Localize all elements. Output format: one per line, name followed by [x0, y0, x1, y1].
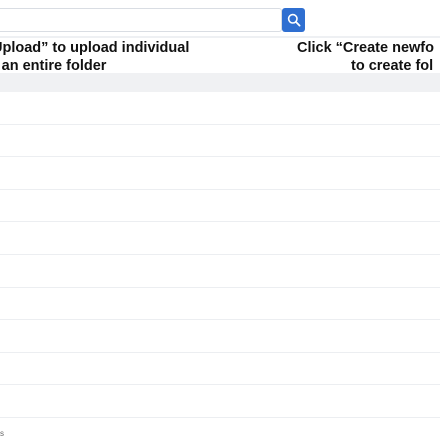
upload-instruction-line2: r an entire folder — [0, 58, 107, 74]
table-row[interactable] — [0, 418, 440, 440]
footer-text: s — [0, 429, 4, 438]
table-row[interactable] — [0, 190, 440, 223]
table-row[interactable] — [0, 157, 440, 190]
table-row[interactable] — [0, 320, 440, 353]
table-row[interactable] — [0, 92, 440, 125]
table-row[interactable] — [0, 255, 440, 288]
table-row[interactable] — [0, 222, 440, 255]
toolbar-divider — [0, 36, 440, 38]
upload-instruction-line1: Upload” to upload individual — [0, 40, 190, 56]
search-button[interactable] — [282, 8, 305, 32]
create-folder-instruction-line1: Click “Create newfo — [297, 40, 434, 56]
create-folder-instruction: Click “Create newfo to create fol — [297, 39, 434, 75]
table-row[interactable] — [0, 353, 440, 386]
table-row[interactable] — [0, 125, 440, 158]
search-input[interactable] — [0, 9, 281, 31]
upload-instruction: Upload” to upload individual r an entire… — [0, 39, 189, 75]
file-manager-page: Upload” to upload individual r an entire… — [0, 0, 440, 440]
table-row[interactable] — [0, 288, 440, 321]
search-icon — [287, 13, 301, 27]
file-table-header — [0, 73, 440, 92]
table-row[interactable] — [0, 385, 440, 418]
search-box[interactable] — [0, 8, 282, 32]
file-table-body — [0, 92, 440, 440]
